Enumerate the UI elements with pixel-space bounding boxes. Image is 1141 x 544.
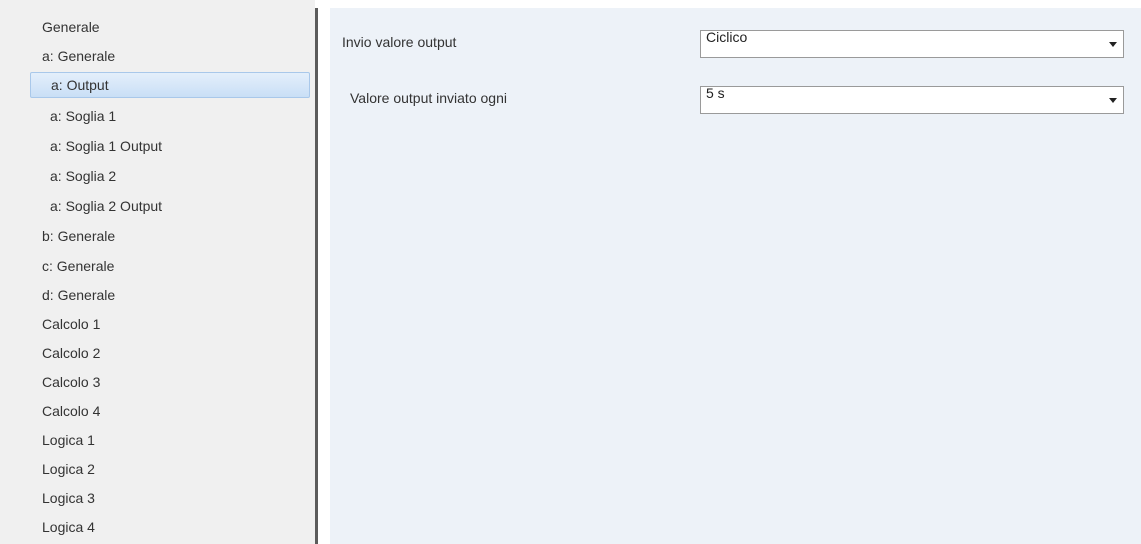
sidebar-item-a-output[interactable]: a: Output: [30, 72, 310, 98]
sidebar-item-logica-2[interactable]: Logica 2: [30, 456, 310, 482]
send-output-select[interactable]: Ciclico: [700, 29, 1124, 58]
sidebar-item-logica-1[interactable]: Logica 1: [30, 427, 310, 453]
parameter-tree: Generale a: Generale a: Output a: Soglia…: [0, 0, 315, 544]
send-output-label: Invio valore output: [342, 34, 457, 50]
chevron-down-icon: [1109, 98, 1117, 103]
sidebar-item-calcolo-2[interactable]: Calcolo 2: [30, 340, 310, 366]
sidebar-item-a-soglia-2-output[interactable]: a: Soglia 2 Output: [30, 193, 310, 219]
sidebar-item-calcolo-4[interactable]: Calcolo 4: [30, 398, 310, 424]
sidebar-item-b-generale[interactable]: b: Generale: [30, 223, 310, 249]
sidebar-item-calcolo-3[interactable]: Calcolo 3: [30, 369, 310, 395]
sidebar-item-a-soglia-1[interactable]: a: Soglia 1: [30, 103, 310, 129]
sidebar-item-c-generale[interactable]: c: Generale: [30, 253, 310, 279]
sidebar-item-generale[interactable]: Generale: [30, 14, 310, 40]
sidebar-item-d-generale[interactable]: d: Generale: [30, 282, 310, 308]
splitter-gap: [318, 0, 330, 544]
send-interval-label: Valore output inviato ogni: [350, 90, 507, 106]
sidebar-item-logica-3[interactable]: Logica 3: [30, 485, 310, 511]
send-interval-value: 5 s: [706, 85, 725, 101]
send-output-value: Ciclico: [706, 29, 748, 45]
sidebar-item-a-soglia-1-output[interactable]: a: Soglia 1 Output: [30, 133, 310, 159]
sidebar-item-calcolo-1[interactable]: Calcolo 1: [30, 311, 310, 337]
parameter-panel: Invio valore output Ciclico Valore outpu…: [330, 8, 1141, 544]
sidebar-item-a-generale[interactable]: a: Generale: [30, 43, 310, 69]
sidebar-item-a-soglia-2[interactable]: a: Soglia 2: [30, 163, 310, 189]
chevron-down-icon: [1109, 42, 1117, 47]
send-interval-select[interactable]: 5 s: [700, 85, 1124, 114]
sidebar-item-logica-4[interactable]: Logica 4: [30, 514, 310, 540]
